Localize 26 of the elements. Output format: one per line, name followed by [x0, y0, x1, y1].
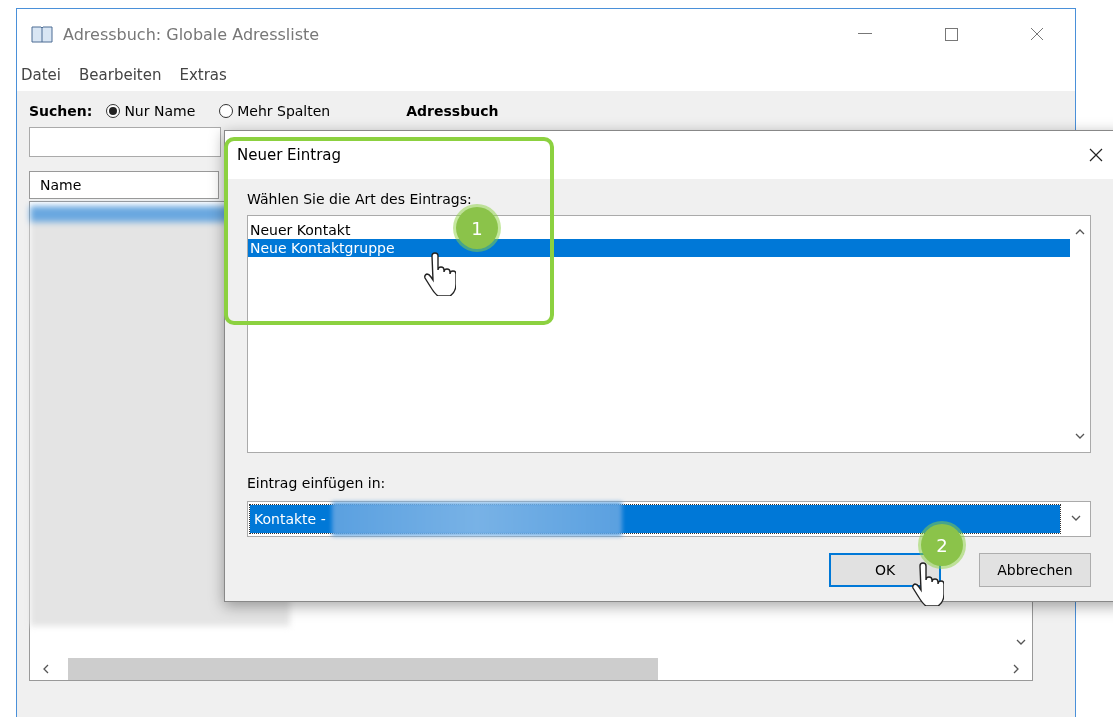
hand-cursor-icon	[422, 252, 456, 296]
radio-label[interactable]: Nur Name	[124, 103, 196, 119]
menu-item[interactable]: Datei	[21, 66, 62, 84]
list-item[interactable]: Neuer Kontakt	[248, 221, 353, 239]
radio-button[interactable]	[106, 104, 121, 118]
search-field[interactable]	[29, 127, 221, 157]
book-icon	[31, 25, 53, 43]
search-label: Suchen:	[29, 103, 93, 119]
address-book-label: Adressbuch	[406, 103, 499, 119]
radio-label[interactable]: Mehr Spalten	[237, 103, 331, 119]
scrollbar-thumb[interactable]	[68, 658, 658, 680]
type-label: Wählen Sie die Art des Eintrags:	[247, 191, 473, 207]
dialog-button[interactable]: Abbrechen	[979, 553, 1091, 587]
close-icon[interactable]	[1089, 148, 1103, 162]
maximize-icon[interactable]	[944, 27, 958, 41]
insert-label: Eintrag einfügen in:	[247, 475, 387, 491]
menu-item[interactable]: Bearbeiten	[79, 66, 162, 84]
hand-cursor-icon	[910, 562, 944, 606]
list-item[interactable]: Neue Kontaktgruppe	[248, 239, 1070, 257]
minimize-icon[interactable]	[858, 33, 872, 35]
folder-dropdown[interactable]: Kontakte -	[247, 501, 1091, 537]
radio-button[interactable]	[219, 104, 234, 118]
dialog-title: Neuer Eintrag	[237, 146, 343, 164]
window-title: Adressbuch: Globale Adressliste	[63, 24, 321, 44]
column-header[interactable]: Name	[29, 171, 219, 199]
menu-item[interactable]: Extras	[179, 66, 227, 84]
